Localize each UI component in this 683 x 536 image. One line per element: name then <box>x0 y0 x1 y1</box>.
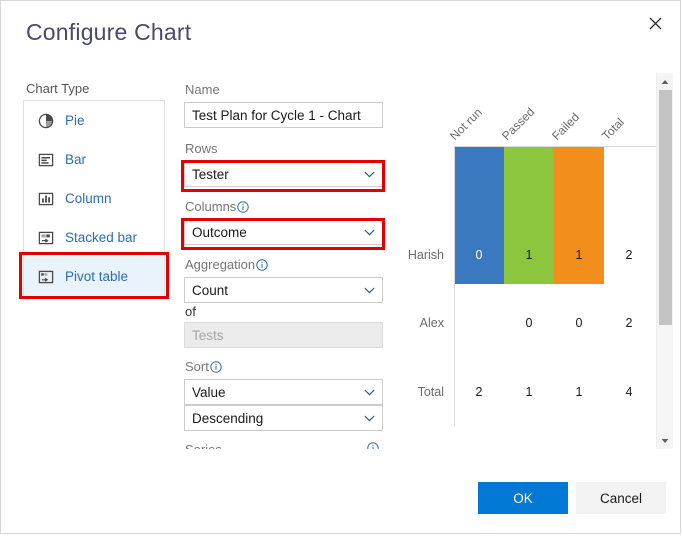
scrollbar-thumb[interactable] <box>659 90 672 325</box>
cancel-button[interactable]: Cancel <box>576 482 666 514</box>
chart-type-item-label: Pie <box>65 113 85 128</box>
cell-total-total: 4 <box>625 385 633 399</box>
pivot-table-preview: Not run Passed Failed Total Harish Alex … <box>397 73 663 449</box>
column-header-total: Total <box>599 115 627 143</box>
cell-harish-total: 2 <box>625 248 633 262</box>
bar-chart-icon <box>38 152 54 168</box>
dialog-title: Configure Chart <box>26 19 192 45</box>
cell-total-passed: 1 <box>525 385 533 399</box>
cell-total-failed: 1 <box>575 385 583 399</box>
configure-chart-dialog: Configure Chart Chart Type Pie Bar Colum… <box>0 0 681 534</box>
chart-type-item-bar[interactable]: Bar <box>24 140 164 179</box>
ok-button[interactable]: OK <box>478 482 568 514</box>
form-scroll-clip: Series <box>177 71 391 449</box>
column-band-passed <box>504 147 554 284</box>
chart-type-item-label: Bar <box>65 152 87 167</box>
cell-alex-passed: 0 <box>525 316 533 330</box>
chart-type-item-label: Stacked bar <box>65 230 138 245</box>
column-band-failed <box>554 147 604 284</box>
scroll-down-arrow-icon[interactable] <box>657 432 673 449</box>
chart-type-item-pie[interactable]: Pie <box>24 101 164 140</box>
cell-harish-failed: 1 <box>575 248 583 262</box>
chart-type-item-pivot-table[interactable]: Pivot table <box>24 257 164 296</box>
cell-alex-total: 2 <box>625 316 633 330</box>
row-header-alex: Alex <box>419 316 444 330</box>
column-band-not-run <box>454 147 504 284</box>
cell-harish-passed: 1 <box>525 248 533 262</box>
pie-chart-icon <box>38 113 54 129</box>
info-icon[interactable] <box>367 442 379 449</box>
stacked-bar-icon <box>38 230 54 246</box>
chart-type-list: Pie Bar Column Stacked bar Pivot table <box>23 100 165 297</box>
table-top-rule <box>454 146 663 147</box>
cell-total-not-run: 2 <box>475 385 483 399</box>
row-header-harish: Harish <box>407 248 444 262</box>
column-header-failed: Failed <box>549 109 583 143</box>
preview-scrollbar[interactable] <box>656 73 673 449</box>
chart-type-label: Chart Type <box>26 81 90 96</box>
column-chart-icon <box>38 191 54 207</box>
series-label: Series <box>185 442 222 449</box>
chart-type-item-stacked-bar[interactable]: Stacked bar <box>24 218 164 257</box>
row-header-total: Total <box>417 385 444 399</box>
scroll-up-arrow-icon[interactable] <box>657 73 673 90</box>
chart-type-item-label: Column <box>65 191 112 206</box>
cell-alex-not-run: 2 <box>475 316 483 330</box>
cell-alex-failed: 0 <box>575 316 583 330</box>
close-icon[interactable] <box>638 6 672 40</box>
chart-type-item-label: Pivot table <box>65 269 129 284</box>
pivot-table-icon <box>38 269 54 285</box>
table-left-rule <box>454 146 455 426</box>
column-header-passed: Passed <box>499 104 538 143</box>
chart-type-item-column[interactable]: Column <box>24 179 164 218</box>
column-header-not-run: Not run <box>447 105 485 143</box>
cell-harish-not-run: 0 <box>475 248 483 262</box>
